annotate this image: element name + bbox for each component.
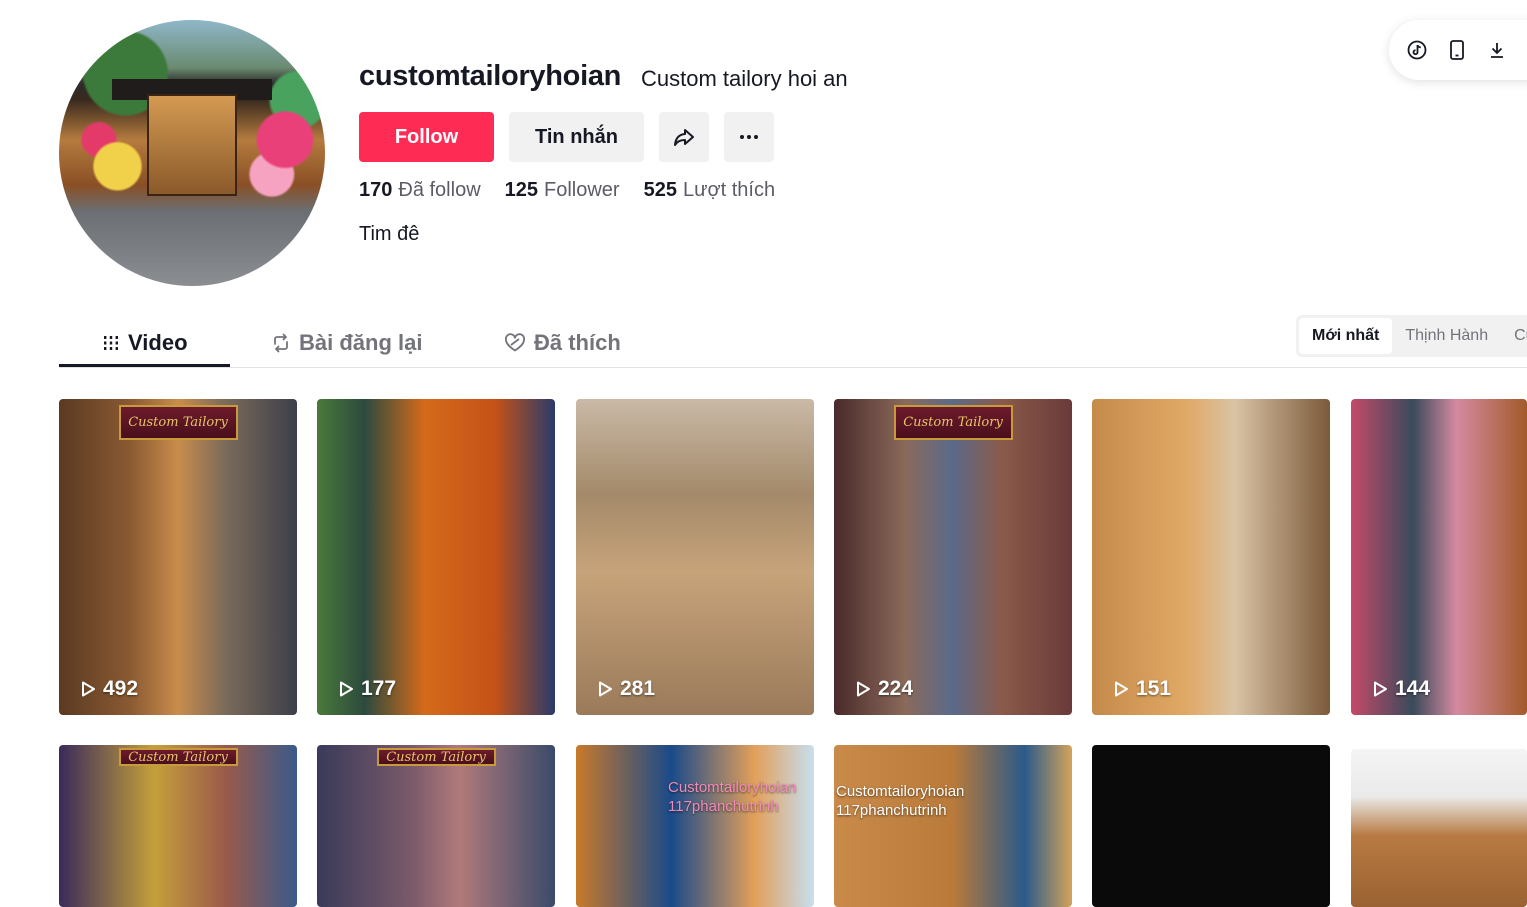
stat-followers[interactable]: 125 Follower — [505, 179, 620, 202]
shop-sign: Custom Tailory — [376, 748, 496, 767]
sort-option-oldest[interactable]: Cũ nhất — [1501, 318, 1527, 354]
play-icon — [857, 681, 870, 697]
share-icon — [674, 129, 694, 146]
video-card[interactable]: 144 — [1351, 399, 1527, 715]
video-card[interactable]: Customtailoryhoian 117phanchutrinh — [576, 745, 814, 907]
nickname: Custom tailory hoi an — [641, 66, 848, 91]
video-card[interactable]: 177 — [317, 399, 555, 715]
follow-button[interactable]: Follow — [359, 112, 494, 162]
avatar-shopfront — [146, 94, 238, 196]
view-count-value: 492 — [103, 677, 139, 700]
floating-toolbox — [1389, 20, 1527, 80]
tab-liked[interactable]: Đã thích — [504, 318, 621, 367]
video-caption-overlay: Customtailoryhoian 117phanchutrinh — [836, 783, 965, 819]
share-button[interactable] — [659, 112, 709, 162]
tab-video[interactable]: Video — [102, 318, 188, 367]
profile-stats: 170 Đã follow 125 Follower 525 Lượt thích — [359, 179, 775, 202]
sort-option-latest[interactable]: Mới nhất — [1299, 318, 1393, 354]
heart-icon — [505, 332, 525, 351]
video-card[interactable]: Custom Tailory 224 — [834, 399, 1072, 715]
video-card[interactable] — [1351, 749, 1527, 907]
play-icon — [1374, 681, 1387, 697]
tab-label: Video — [128, 329, 188, 355]
view-count-value: 151 — [1136, 677, 1172, 700]
shop-sign: Custom Tailory — [893, 405, 1013, 441]
repost-icon — [274, 333, 288, 352]
download-icon[interactable] — [1486, 39, 1508, 61]
play-icon — [82, 681, 95, 697]
username: customtailoryhoian — [359, 60, 622, 92]
stat-value: 125 — [504, 179, 539, 201]
view-count: 281 — [596, 677, 655, 701]
play-icon — [1115, 681, 1128, 697]
tiktok-icon[interactable] — [1406, 39, 1428, 61]
more-button[interactable] — [724, 112, 774, 162]
video-card[interactable]: Custom Tailory — [317, 745, 555, 907]
tab-label: Đã thích — [534, 329, 621, 355]
view-count: 151 — [1112, 677, 1171, 701]
video-card[interactable]: Customtailoryhoian 117phanchutrinh — [834, 745, 1072, 907]
tab-label: Bài đăng lại — [299, 329, 423, 355]
view-count-value: 144 — [1395, 677, 1431, 700]
stat-value: 170 — [359, 179, 393, 201]
shop-sign: Custom Tailory — [118, 405, 238, 441]
stat-label: Đã follow — [398, 179, 481, 201]
phone-icon[interactable] — [1446, 39, 1468, 61]
view-count: 492 — [79, 677, 138, 701]
stat-label: Lượt thích — [682, 179, 776, 201]
grid-icon — [104, 335, 118, 350]
more-icon — [740, 135, 758, 139]
view-count-value: 224 — [878, 677, 914, 700]
view-count-value: 281 — [620, 677, 656, 700]
video-card[interactable]: 281 — [576, 399, 814, 715]
stat-value: 525 — [643, 179, 677, 201]
video-card[interactable]: Custom Tailory 492 — [59, 399, 297, 715]
video-caption-overlay: Customtailoryhoian 117phanchutrinh — [668, 779, 797, 815]
play-icon — [340, 681, 353, 697]
shop-sign: Custom Tailory — [118, 748, 238, 767]
video-card[interactable]: 151 — [1092, 399, 1330, 715]
play-icon — [599, 681, 612, 697]
view-count: 144 — [1371, 677, 1430, 701]
video-card[interactable] — [1092, 745, 1330, 907]
sort-control: Mới nhất Thịnh Hành Cũ nhất — [1296, 315, 1527, 357]
stat-label: Follower — [544, 179, 620, 201]
stat-following[interactable]: 170 Đã follow — [359, 179, 481, 202]
avatar[interactable] — [59, 20, 325, 286]
view-count: 177 — [337, 677, 396, 701]
view-count-value: 177 — [361, 677, 397, 700]
message-button[interactable]: Tin nhắn — [509, 112, 644, 162]
video-card[interactable]: Custom Tailory — [59, 745, 297, 907]
view-count: 224 — [854, 677, 913, 701]
sort-option-popular[interactable]: Thịnh Hành — [1392, 318, 1501, 354]
bio: Tim đê — [359, 223, 420, 245]
stat-likes: 525 Lượt thích — [644, 179, 775, 202]
active-tab-indicator — [59, 364, 230, 367]
tab-reposts[interactable]: Bài đăng lại — [271, 318, 422, 367]
